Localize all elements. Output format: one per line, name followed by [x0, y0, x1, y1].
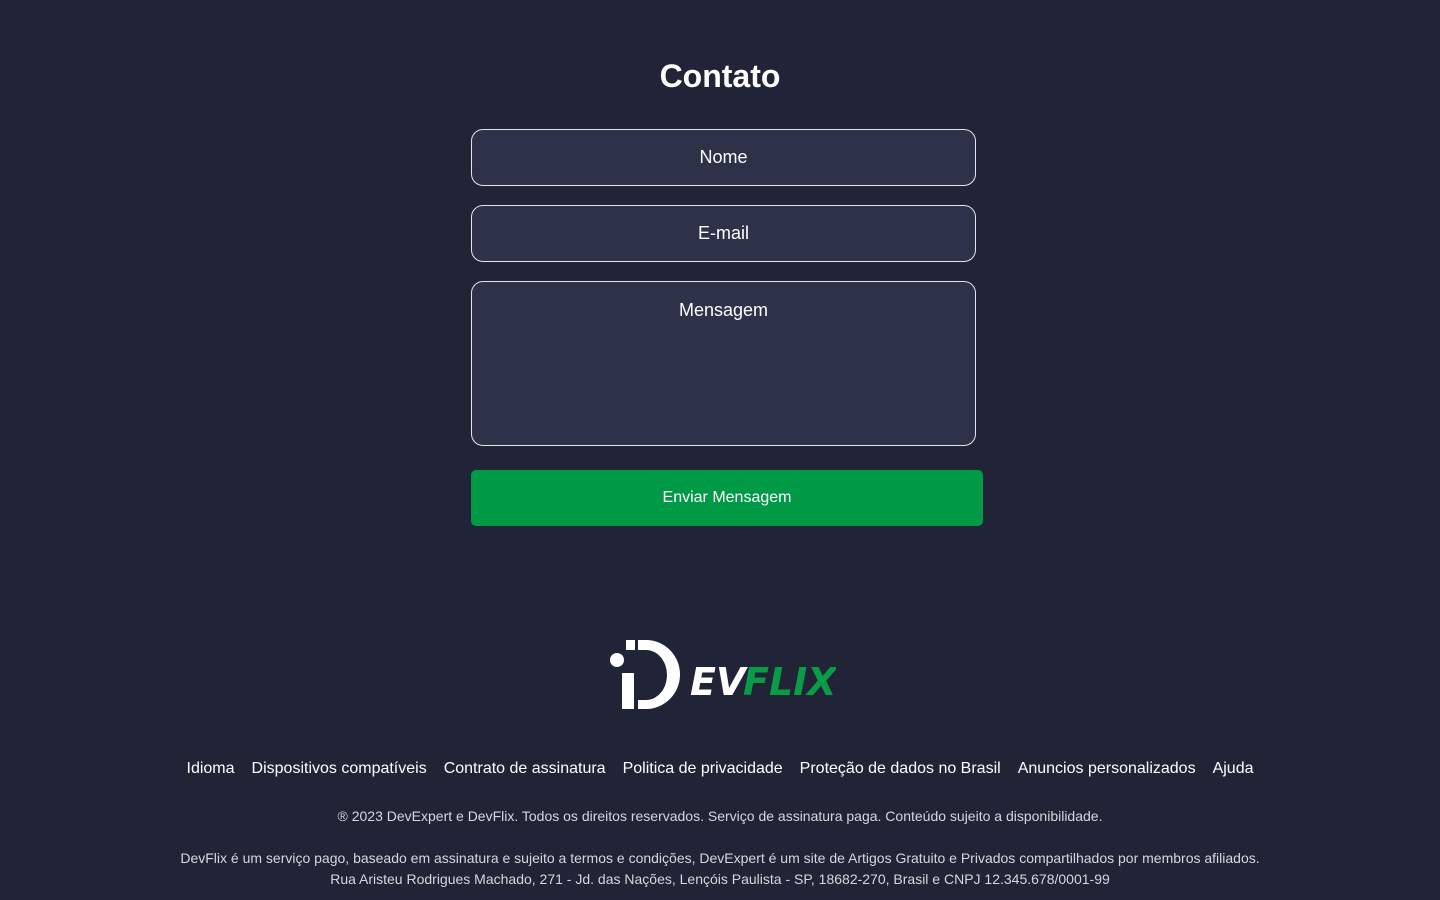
- copyright-text: ® 2023 DevExpert e DevFlix. Todos os dir…: [337, 808, 1103, 824]
- footer-link-dispositivos[interactable]: Dispositivos compatíveis: [252, 758, 427, 780]
- send-message-button[interactable]: Enviar Mensagem: [471, 470, 983, 526]
- disclaimer-line-2: Rua Aristeu Rodrigues Machado, 271 - Jd.…: [330, 871, 1110, 887]
- footer-link-protecao-dados[interactable]: Proteção de dados no Brasil: [800, 758, 1001, 780]
- footer-link-contrato[interactable]: Contrato de assinatura: [444, 758, 606, 780]
- name-field[interactable]: [471, 129, 976, 186]
- footer-link-idioma[interactable]: Idioma: [187, 758, 235, 780]
- disclaimer: DevFlix é um serviço pago, baseado em as…: [0, 848, 1440, 890]
- footer-link-ajuda[interactable]: Ajuda: [1213, 758, 1254, 780]
- message-field[interactable]: [471, 281, 976, 446]
- devflix-logo-mark: [610, 640, 680, 709]
- contact-page: Contato Enviar Mensagem EV FLIX Idioma D…: [0, 0, 1440, 900]
- footer-nav: Idioma Dispositivos compatíveis Contrato…: [0, 758, 1440, 780]
- logo-text-flix: FLIX: [743, 660, 836, 704]
- page-title: Contato: [659, 58, 781, 94]
- disclaimer-line-1: DevFlix é um serviço pago, baseado em as…: [180, 850, 1260, 866]
- devflix-logo: EV FLIX: [610, 640, 836, 709]
- footer-link-anuncios[interactable]: Anuncios personalizados: [1018, 758, 1196, 780]
- logo-text-ev: EV: [690, 660, 748, 704]
- email-field[interactable]: [471, 205, 976, 262]
- footer-link-privacidade[interactable]: Politica de privacidade: [623, 758, 783, 780]
